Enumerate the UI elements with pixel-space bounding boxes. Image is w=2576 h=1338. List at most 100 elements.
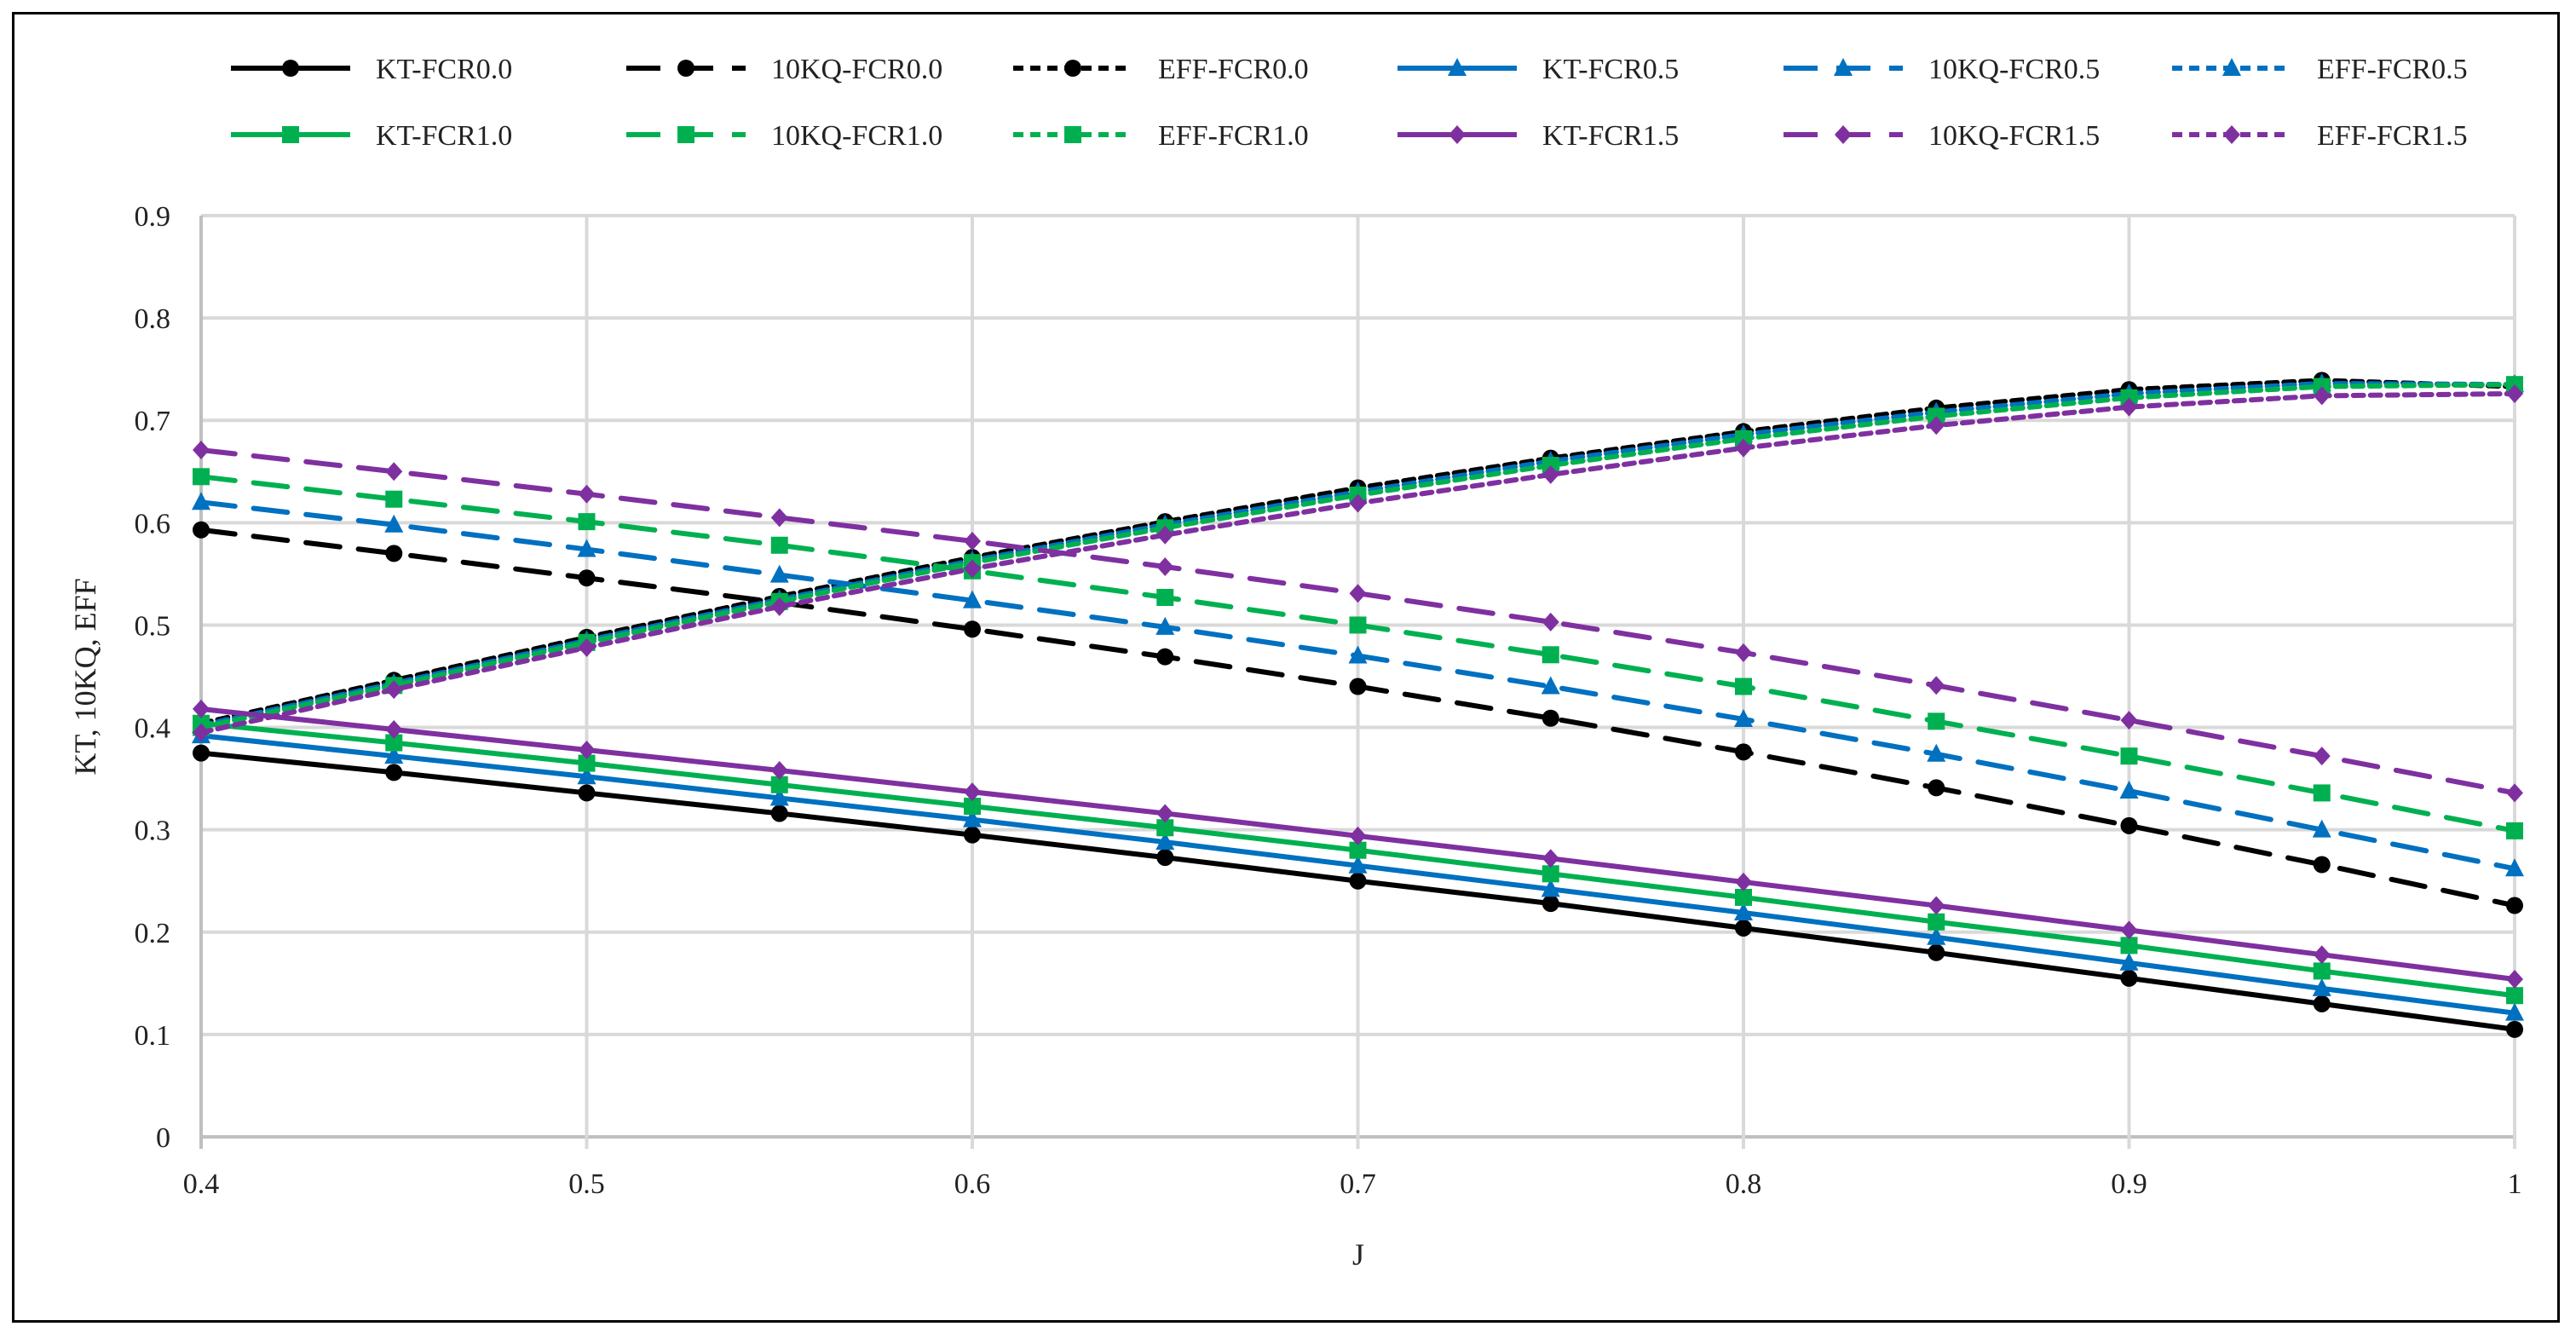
data-point-circle (2506, 897, 2523, 914)
data-point-diamond (578, 484, 596, 504)
data-point-circle (578, 569, 596, 587)
data-point-circle (1156, 648, 1174, 666)
data-point-circle (2506, 1020, 2523, 1038)
data-point-circle (385, 545, 403, 562)
data-point-square (2506, 987, 2523, 1005)
data-point-circle (1349, 872, 1367, 890)
data-point-circle (578, 784, 596, 802)
data-point-diamond (1542, 612, 1559, 632)
data-point-circle (1349, 678, 1367, 695)
data-point-square (385, 490, 403, 508)
data-point-circle (1735, 743, 1752, 761)
legend-label: 10KQ-FCR0.0 (771, 54, 942, 85)
data-point-diamond (1349, 584, 1367, 603)
legend-marker-diamond (2223, 125, 2240, 144)
data-point-square (1542, 646, 1559, 664)
data-point-square (1542, 865, 1559, 883)
data-point-square (1735, 888, 1752, 906)
legend-item: 10KQ-FCR1.0 (626, 120, 942, 152)
y-tick-label: 0.8 (135, 303, 171, 335)
legend-marker-circle (677, 60, 694, 77)
data-point-diamond (2506, 970, 2523, 989)
legend-label: KT-FCR0.5 (1542, 54, 1679, 85)
x-tick-label: 1 (2508, 1168, 2522, 1200)
data-point-circle (1542, 895, 1559, 913)
data-point-circle (1156, 849, 1174, 867)
data-point-diamond (1735, 643, 1752, 662)
data-point-circle (385, 764, 403, 781)
legend-label: EFF-FCR0.5 (2317, 54, 2468, 85)
legend-label: EFF-FCR0.0 (1158, 54, 1309, 85)
legend-item: EFF-FCR1.0 (1013, 120, 1309, 152)
y-tick-label: 0.6 (135, 508, 171, 539)
data-point-diamond (2313, 747, 2331, 766)
y-tick-label: 0 (156, 1122, 170, 1154)
data-point-diamond (2313, 945, 2331, 965)
x-tick-label: 0.5 (568, 1168, 605, 1200)
data-point-square (2120, 747, 2138, 765)
data-point-circle (1928, 779, 1945, 797)
y-tick-label: 0.2 (135, 918, 171, 949)
data-point-square (2313, 784, 2331, 802)
data-point-circle (2313, 856, 2331, 874)
data-point-circle (1735, 919, 1752, 937)
data-point-circle (193, 521, 210, 539)
data-point-diamond (2506, 783, 2523, 803)
y-tick-label: 0.3 (135, 816, 171, 847)
legend-item: 10KQ-FCR1.5 (1784, 120, 2100, 152)
data-point-square (2313, 962, 2331, 980)
data-point-diamond (385, 462, 403, 482)
x-tick-label: 0.9 (2111, 1168, 2147, 1200)
data-point-diamond (1156, 557, 1174, 576)
legend-marker-circle (1064, 60, 1081, 77)
data-point-square (770, 536, 788, 554)
tick-labels: 0 0.1 0.2 0.3 0.4 0.5 0.6 0.7 0.8 0.9 0.4 0.5 0.6 0.7… (135, 201, 2522, 1200)
legend-item: KT-FCR0.5 (1397, 54, 1679, 85)
y-tick-label: 0.1 (135, 1020, 171, 1052)
legend-marker-diamond (1835, 125, 1852, 144)
data-point-circle (770, 805, 788, 822)
legend-marker-square (677, 126, 694, 143)
legend-label: EFF-FCR1.0 (1158, 120, 1309, 152)
data-point-diamond (1928, 896, 1945, 915)
legend-label: 10KQ-FCR1.5 (1928, 120, 2100, 152)
legend-item: KT-FCR0.0 (231, 54, 512, 85)
x-tick-label: 0.4 (183, 1168, 220, 1200)
legend-marker-diamond (1449, 125, 1466, 144)
line-chart: 0 0.1 0.2 0.3 0.4 0.5 0.6 0.7 0.8 0.9 0.4 0.5 0.6 0.7… (68, 54, 2524, 1272)
data-point-square (578, 513, 596, 531)
legend-item: EFF-FCR0.0 (1013, 54, 1309, 85)
data-point-circle (2313, 995, 2331, 1012)
legend-label: EFF-FCR1.5 (2317, 120, 2468, 152)
legend-item: KT-FCR1.5 (1397, 120, 1679, 152)
data-point-diamond (193, 441, 210, 460)
data-point-circle (2120, 816, 2138, 834)
data-point-square (1349, 616, 1367, 634)
data-point-circle (964, 826, 981, 844)
data-point-diamond (2120, 920, 2138, 940)
data-point-square (2506, 822, 2523, 839)
y-tick-label: 0.4 (135, 713, 171, 745)
data-point-square (1156, 589, 1174, 607)
legend: KT-FCR0.0 10KQ-FCR0.0 EFF-FCR0.0 KT-FCR0.5 1… (231, 54, 2468, 152)
y-tick-label: 0.5 (135, 610, 171, 642)
x-axis-label: J (1352, 1237, 1364, 1272)
y-axis-label: KT, 10KQ, EFF (68, 578, 102, 775)
x-tick-label: 0.7 (1340, 1168, 1376, 1200)
legend-item: EFF-FCR0.5 (2172, 54, 2468, 85)
data-point-circle (964, 620, 981, 638)
data-point-circle (193, 744, 210, 762)
data-point-square (1928, 712, 1945, 730)
y-tick-label: 0.9 (135, 201, 171, 233)
legend-label: 10KQ-FCR1.0 (771, 120, 942, 152)
y-tick-label: 0.7 (135, 406, 171, 437)
legend-label: KT-FCR1.5 (1542, 120, 1679, 152)
legend-item: EFF-FCR1.5 (2172, 120, 2468, 152)
x-tick-label: 0.6 (954, 1168, 991, 1200)
legend-marker-square (1064, 126, 1081, 143)
data-point-diamond (1928, 676, 1945, 695)
legend-marker-square (282, 126, 299, 143)
data-point-square (1735, 678, 1752, 695)
data-point-circle (2120, 969, 2138, 987)
data-point-square (193, 468, 210, 486)
